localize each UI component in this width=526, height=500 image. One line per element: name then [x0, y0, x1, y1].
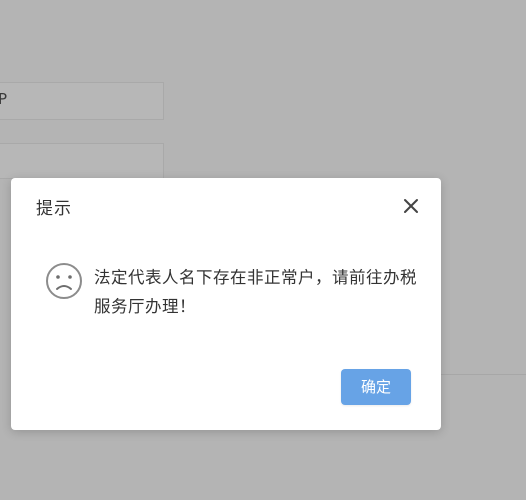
close-icon[interactable] [401, 196, 421, 216]
background-divider [440, 374, 526, 375]
background-input-field [0, 82, 164, 120]
background-input-text: P [0, 90, 8, 108]
alert-dialog: 提示 法定代表人名下存在非正常户，请前往办税服务厅办理！ 确定 [11, 178, 441, 430]
background-input-field-2 [0, 143, 164, 179]
dialog-title: 提示 [36, 199, 72, 219]
dialog-message: 法定代表人名下存在非正常户，请前往办税服务厅办理！ [94, 268, 417, 316]
sad-face-icon [45, 262, 83, 300]
confirm-button[interactable]: 确定 [341, 369, 411, 405]
